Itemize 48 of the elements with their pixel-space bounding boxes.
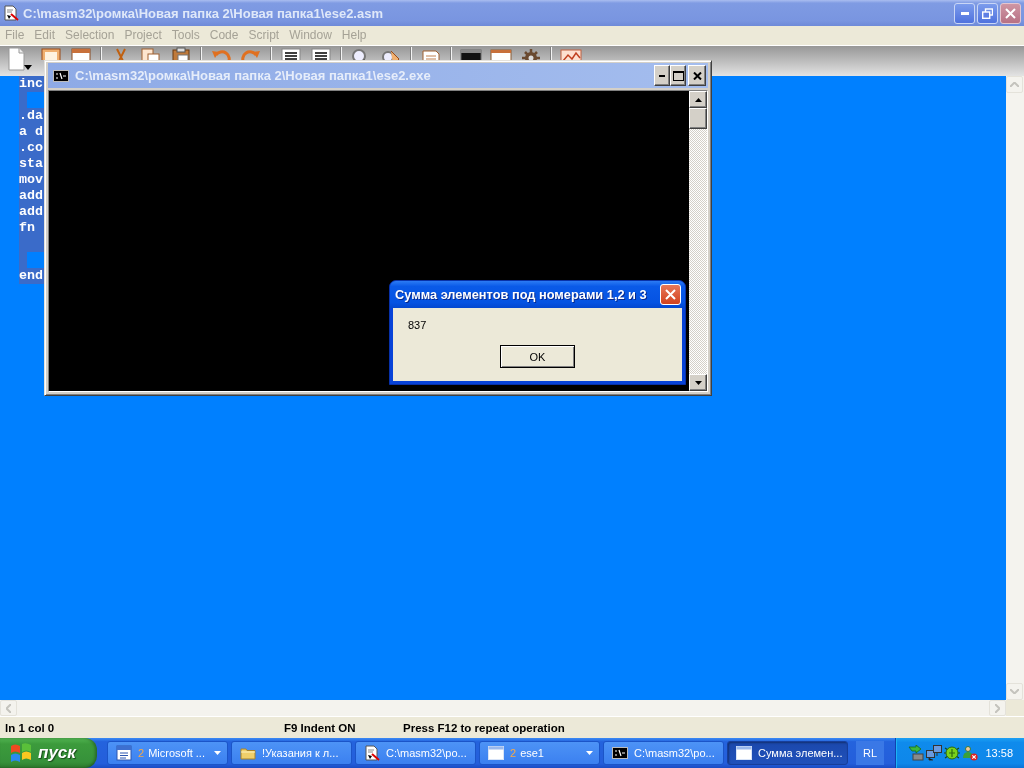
document-icon: [3, 5, 19, 21]
minimize-icon: [659, 74, 665, 77]
window-icon: [488, 745, 504, 761]
bug-icon[interactable]: [944, 745, 960, 761]
chart-icon[interactable]: [560, 47, 582, 60]
copy-icon[interactable]: [140, 47, 162, 60]
caret-icon: [586, 751, 593, 755]
taskbar-button[interactable]: C:\masm32\ро...: [603, 741, 724, 765]
console-icon: [612, 745, 628, 761]
window-title: C:\masm32\ромка\Новая папка 2\Новая папка1\ese2.exe: [75, 68, 431, 83]
dialog-title: Сумма элементов под номерами 1,2 и 3: [395, 287, 647, 302]
language-indicator[interactable]: RL: [856, 741, 884, 765]
taskbar-button[interactable]: C:\masm32\ро...: [355, 741, 476, 765]
clock: 13:58: [985, 747, 1014, 759]
minimize-icon: [960, 11, 969, 15]
vertical-scrollbar[interactable]: [689, 91, 707, 391]
start-button[interactable]: пуск: [0, 738, 97, 768]
taskbar-button[interactable]: 2 Microsoft ...: [107, 741, 228, 765]
scroll-thumb[interactable]: [689, 108, 707, 129]
arrow-icon[interactable]: [908, 745, 924, 761]
caret-icon: [214, 751, 221, 755]
close-icon: [1005, 7, 1016, 19]
status-text: F9 Indent ON: [284, 721, 357, 734]
maximize-button[interactable]: [670, 65, 686, 86]
close-icon: [665, 289, 676, 300]
window-icon: [736, 745, 752, 761]
window-title: C:\masm32\ромка\Новая папка 2\Новая папка1\ese2.asm: [23, 5, 383, 21]
network-icon[interactable]: [926, 745, 942, 761]
restore-button[interactable]: [977, 2, 998, 24]
status-text: ln 1 col 0: [5, 721, 56, 734]
ok-button[interactable]: OK: [500, 345, 575, 368]
taskbar-button[interactable]: Сумма элемен...: [727, 741, 848, 765]
up-arrow-icon: [694, 97, 702, 102]
down-arrow-icon: [694, 380, 702, 385]
taskbar-button[interactable]: !Указания к л...: [231, 741, 352, 765]
user-error-icon[interactable]: [962, 745, 978, 761]
taskbar-button[interactable]: 2 ese1: [479, 741, 600, 765]
message-text: 837: [408, 319, 427, 331]
close-icon: [692, 71, 702, 80]
folder-icon: [240, 745, 256, 761]
status-text: Press F12 to repeat operation: [403, 721, 565, 734]
restore-icon: [982, 7, 993, 19]
maximize-icon: [672, 70, 684, 81]
document-icon: [364, 745, 380, 761]
new-file-icon[interactable]: [8, 47, 32, 71]
flag-icon: [10, 743, 32, 763]
console-icon: [53, 67, 69, 84]
document-icon: [116, 745, 132, 761]
